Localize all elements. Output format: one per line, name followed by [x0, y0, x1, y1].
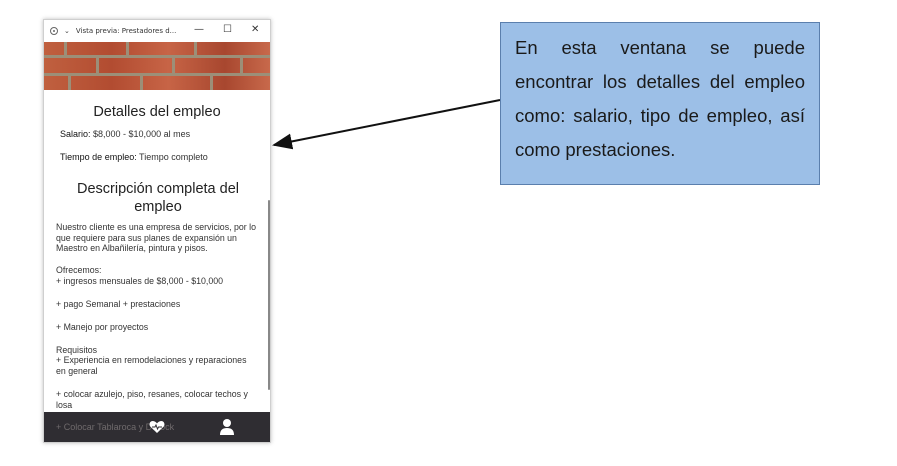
callout-box: En esta ventana se puede encontrar los d…	[500, 22, 820, 185]
